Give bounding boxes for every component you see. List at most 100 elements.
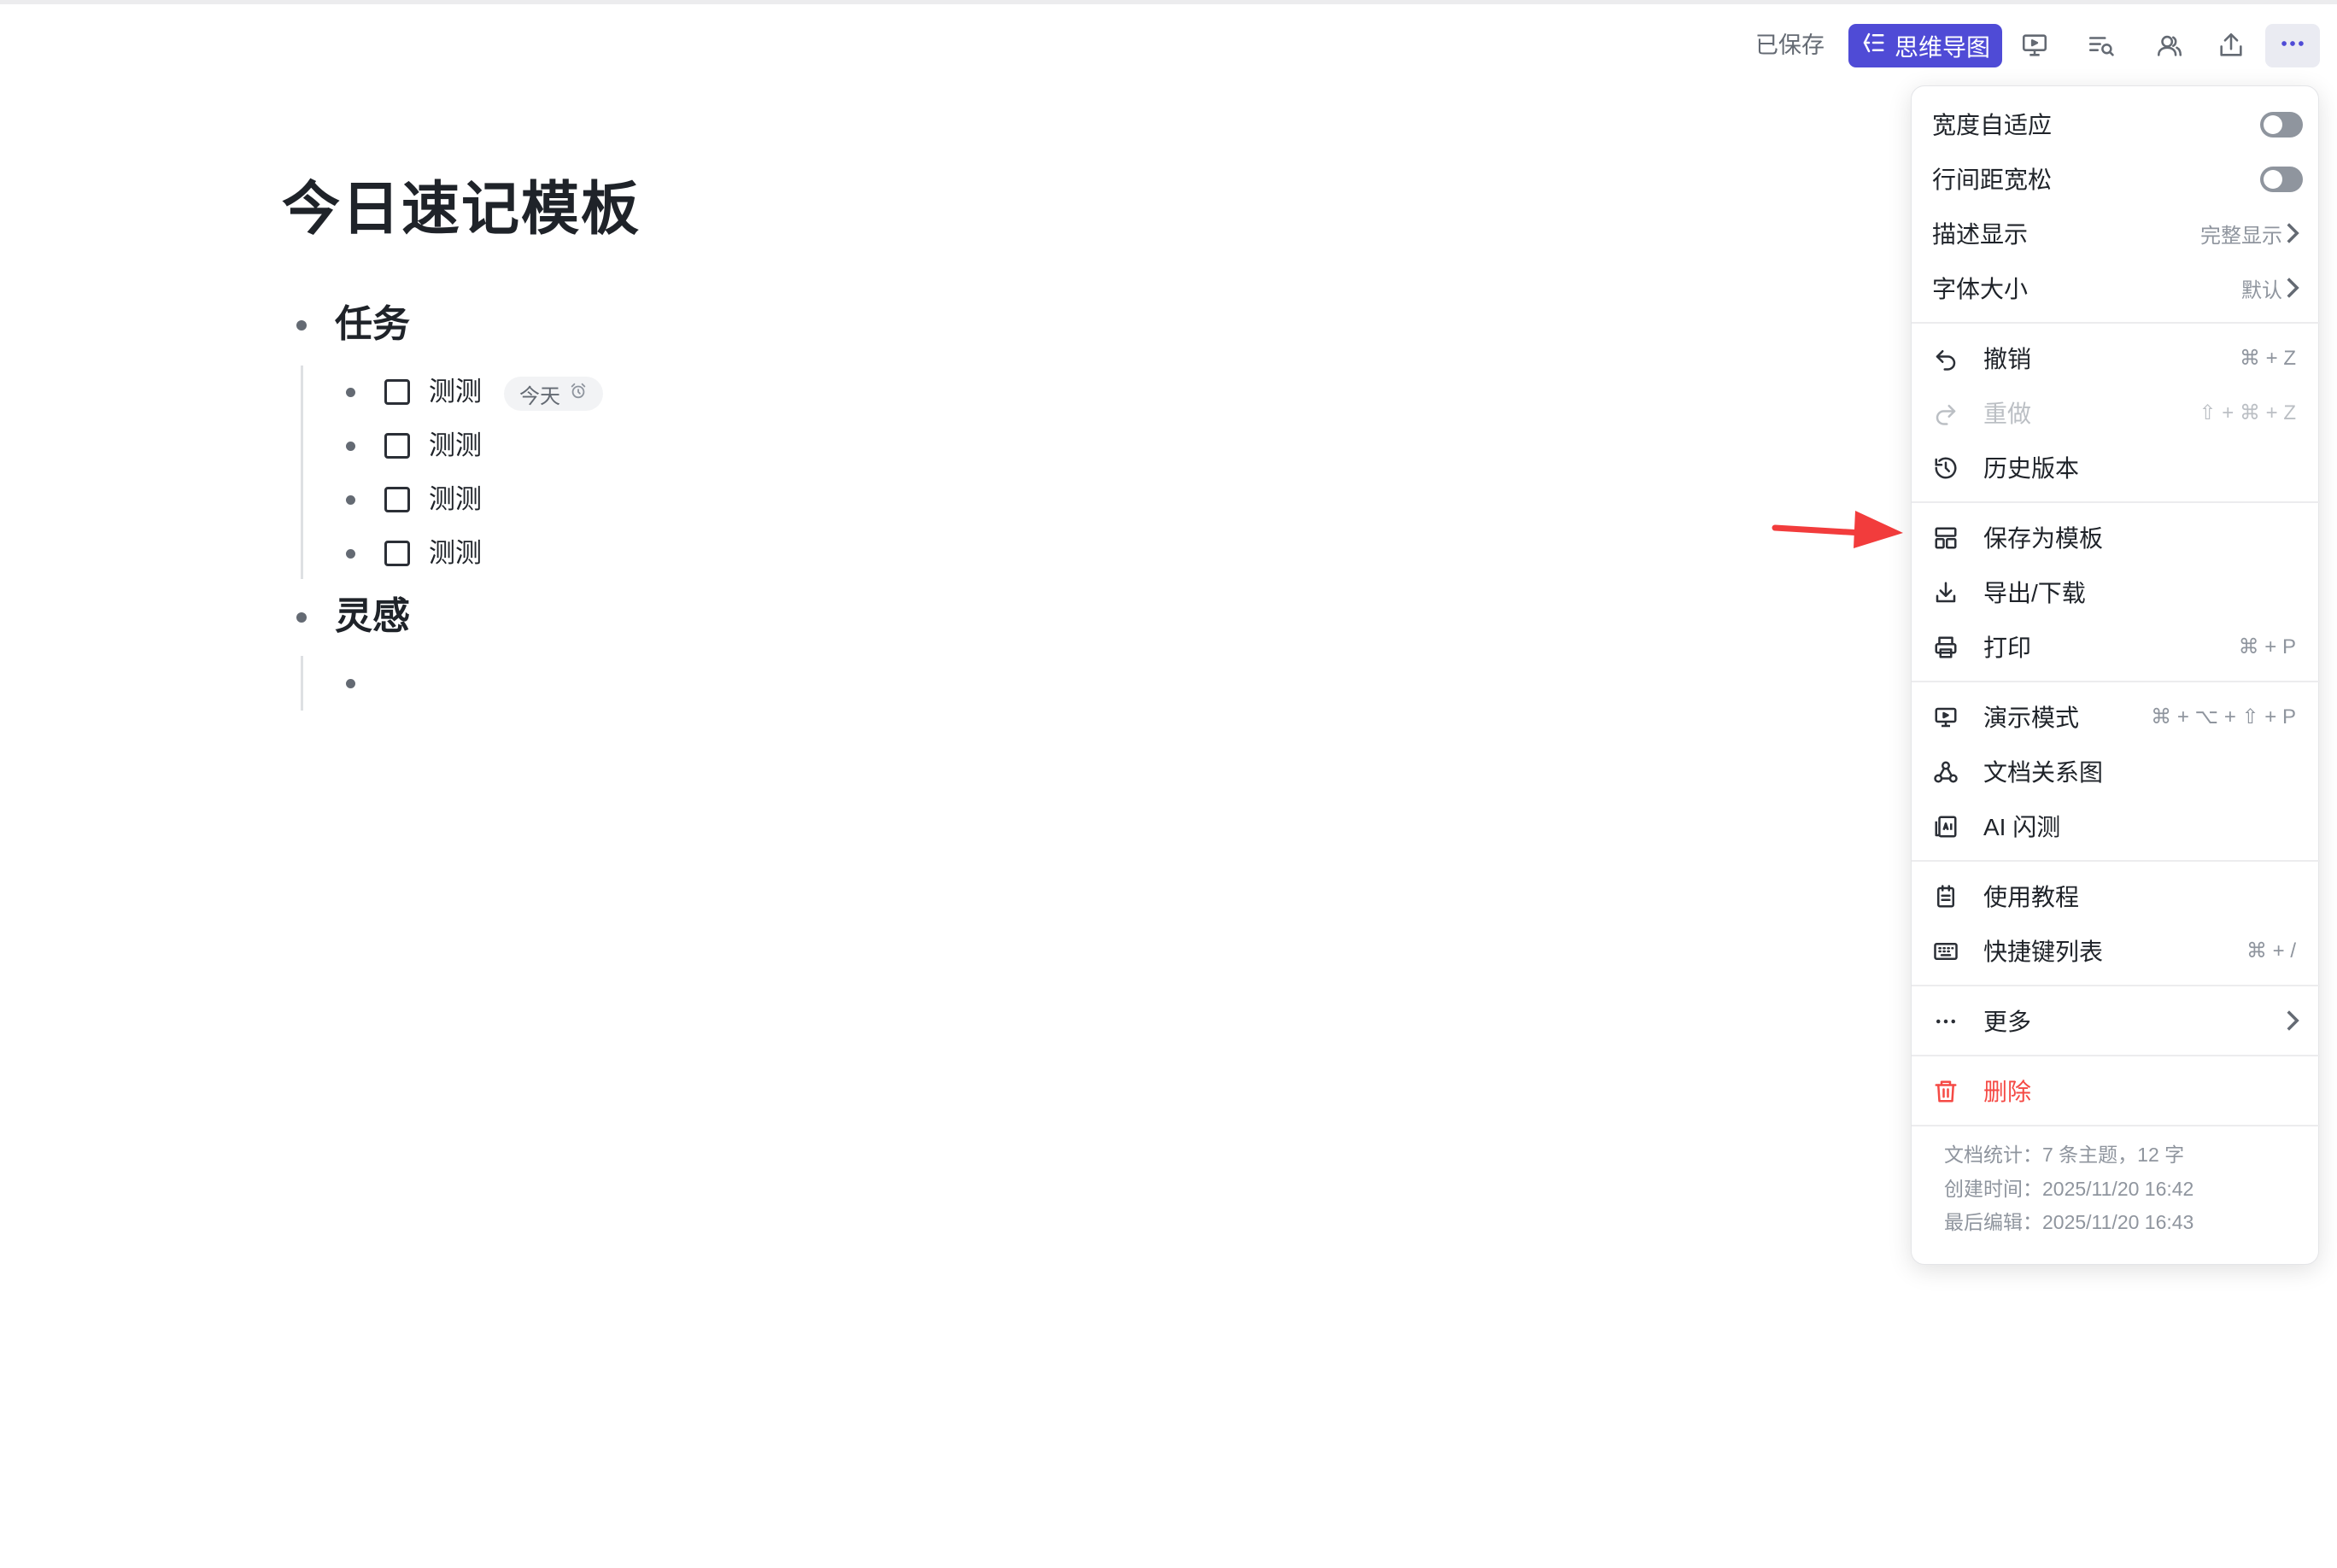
width-adaptive-toggle[interactable]: [2260, 112, 2303, 137]
last-edit-text: 最后编辑：2025/11/20 16:43: [1944, 1211, 2194, 1233]
menu-label: AI 闪测: [1983, 814, 2061, 840]
topic-bullet[interactable]: [296, 612, 307, 623]
menu-shortcut: ⌘ + P: [2238, 635, 2296, 658]
menu-label: 文档关系图: [1983, 759, 2104, 786]
list-item-bullet[interactable]: [346, 549, 355, 559]
redo-icon: [1932, 400, 1959, 427]
menu-label: 使用教程: [1983, 884, 2080, 910]
task-checkbox[interactable]: [384, 379, 410, 405]
topic-bullet[interactable]: [296, 320, 307, 331]
menu-label: 重做: [1983, 401, 2032, 427]
more-options-button[interactable]: [2265, 24, 2320, 67]
menu-label: 更多: [1983, 1009, 2032, 1035]
menu-label: 快捷键列表: [1983, 939, 2104, 965]
menu-width-adaptive[interactable]: 宽度自适应: [1912, 98, 2320, 149]
task-text[interactable]: 测测: [429, 536, 482, 570]
menu-save-as-template[interactable]: 保存为模板: [1912, 512, 2320, 563]
menu-print[interactable]: 打印 ⌘ + P: [1912, 621, 2320, 672]
task-checkbox[interactable]: [384, 541, 410, 566]
dots-icon: [1932, 1008, 1959, 1035]
history-icon: [1932, 454, 1959, 482]
menu-font-size[interactable]: 字体大小 默认: [1912, 262, 2320, 313]
menu-divider: [1912, 681, 2320, 682]
task-checkbox[interactable]: [384, 433, 410, 459]
trash-icon: [1932, 1078, 1959, 1105]
doc-stats-text: 文档统计：7 条主题，12 字: [1944, 1144, 2185, 1166]
created-time-text: 创建时间：2025/11/20 16:42: [1944, 1178, 2194, 1200]
outline-guide-line: [301, 366, 303, 579]
share-icon[interactable]: [2214, 28, 2248, 62]
menu-history[interactable]: 历史版本: [1912, 442, 2320, 493]
topic-tasks[interactable]: 任务: [335, 299, 410, 350]
menu-presentation-mode[interactable]: 演示模式 ⌘ + ⌥ + ⇧ + P: [1912, 691, 2320, 742]
more-icon: [2278, 29, 2307, 62]
annotation-arrow: [1772, 511, 1903, 548]
outline-search-icon[interactable]: [2084, 28, 2118, 62]
download-icon: [1932, 579, 1959, 606]
list-item-bullet[interactable]: [346, 679, 355, 688]
list-item-bullet[interactable]: [346, 442, 355, 451]
menu-redo[interactable]: 重做 ⇧ + ⌘ + Z: [1912, 387, 2320, 438]
list-item-bullet[interactable]: [346, 495, 355, 505]
chevron-right-icon: [2287, 1010, 2299, 1031]
collaborators-icon[interactable]: [2152, 28, 2187, 62]
menu-shortcut: ⇧ + ⌘ + Z: [2199, 401, 2296, 424]
menu-description-display[interactable]: 描述显示 完整显示: [1912, 208, 2320, 259]
menu-more[interactable]: 更多: [1912, 995, 2320, 1046]
graph-icon: [1932, 758, 1959, 786]
menu-shortcut: ⌘ + Z: [2239, 346, 2296, 370]
mindmap-label: 思维导图: [1894, 33, 1990, 61]
due-date-chip[interactable]: 今天: [504, 377, 603, 411]
due-date-label: 今天: [519, 384, 560, 408]
menu-tutorial[interactable]: 使用教程: [1912, 870, 2320, 921]
menu-label: 宽度自适应: [1932, 112, 2053, 138]
presentation-icon: [1932, 704, 1959, 731]
task-checkbox[interactable]: [384, 487, 410, 512]
keyboard-icon: [1932, 938, 1959, 965]
ai-icon: [1932, 813, 1959, 840]
line-spacing-toggle[interactable]: [2260, 167, 2303, 192]
menu-export-download[interactable]: 导出/下载: [1912, 566, 2320, 617]
chevron-right-icon: [2287, 278, 2299, 298]
topic-inspiration[interactable]: 灵感: [335, 591, 410, 642]
menu-line-spacing[interactable]: 行间距宽松: [1912, 153, 2320, 204]
task-text[interactable]: 测测: [429, 375, 482, 409]
menu-label: 历史版本: [1983, 455, 2080, 482]
menu-divider: [1912, 860, 2320, 862]
chevron-right-icon: [2287, 223, 2299, 243]
menu-relation-graph[interactable]: 文档关系图: [1912, 746, 2320, 797]
template-icon: [1932, 524, 1959, 552]
mindmap-button[interactable]: 思维导图: [1848, 24, 2002, 67]
menu-label: 行间距宽松: [1932, 167, 2053, 193]
menu-undo[interactable]: 撤销 ⌘ + Z: [1912, 332, 2320, 383]
more-options-menu: 宽度自适应 行间距宽松 描述显示 完整显示 字体大小 默认 撤销 ⌘ + Z 重…: [1911, 85, 2320, 1265]
task-text[interactable]: 测测: [429, 429, 482, 463]
menu-label: 打印: [1983, 635, 2032, 661]
task-text[interactable]: 测测: [429, 483, 482, 517]
menu-label: 删除: [1983, 1079, 2032, 1105]
list-item-bullet[interactable]: [346, 388, 355, 397]
top-toolbar: 已保存 思维导图: [0, 0, 2337, 94]
menu-value: 默认: [2241, 278, 2282, 302]
menu-divider: [1912, 1125, 2320, 1126]
menu-label: 描述显示: [1932, 221, 2029, 248]
menu-divider: [1912, 501, 2320, 503]
print-icon: [1932, 634, 1959, 661]
alarm-clock-icon: [569, 382, 588, 407]
presentation-icon[interactable]: [2018, 28, 2052, 62]
menu-label: 撤销: [1983, 346, 2032, 372]
menu-divider: [1912, 322, 2320, 324]
menu-shortcut: ⌘ + /: [2246, 939, 2296, 962]
menu-shortcut: ⌘ + ⌥ + ⇧ + P: [2151, 705, 2296, 728]
menu-shortcut-list[interactable]: 快捷键列表 ⌘ + /: [1912, 925, 2320, 976]
menu-ai-flash[interactable]: AI 闪测: [1912, 800, 2320, 851]
mindmap-icon: [1860, 30, 1886, 61]
menu-delete[interactable]: 删除: [1912, 1065, 2320, 1116]
undo-icon: [1932, 345, 1959, 372]
outline-guide-line: [301, 656, 303, 711]
menu-divider: [1912, 1055, 2320, 1056]
document-title[interactable]: 今日速记模板: [282, 171, 641, 248]
menu-value: 完整显示: [2200, 224, 2282, 248]
menu-divider: [1912, 985, 2320, 986]
menu-label: 保存为模板: [1983, 525, 2104, 552]
